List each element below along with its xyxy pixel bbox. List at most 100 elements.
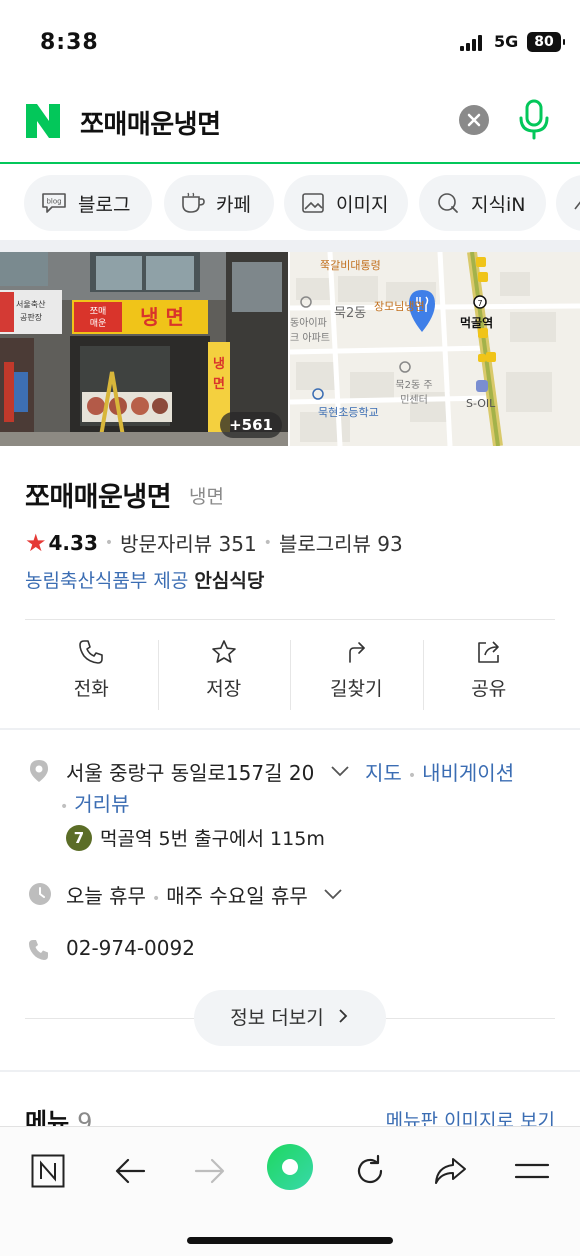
place-photo[interactable]: 서울축산 공판장 쪼매 매운 냉 면 냉 면 +561 (0, 252, 288, 446)
hamburger-menu-icon (514, 1163, 550, 1179)
separator-dot: • (263, 534, 272, 551)
share-page-button[interactable] (428, 1149, 472, 1193)
phone-number[interactable]: 02-974-0092 (66, 936, 195, 960)
address-text[interactable]: 서울 중랑구 동일로157길 20 (66, 761, 314, 785)
tab-knowledge-in[interactable]: 지식iN (419, 175, 546, 231)
save-button[interactable]: 저장 (157, 638, 291, 710)
cup-icon (182, 192, 205, 213)
directions-label: 길찾기 (330, 678, 383, 700)
close-icon (467, 113, 481, 127)
arrow-right-icon (194, 1158, 225, 1184)
menu-button[interactable] (510, 1149, 554, 1193)
more-info-button[interactable]: 정보 더보기 (194, 990, 386, 1046)
tab-image[interactable]: 이미지 (284, 175, 408, 231)
cert-name: 안심식당 (194, 570, 265, 592)
chevron-down-icon[interactable] (322, 887, 344, 901)
separator-dot: • (60, 799, 69, 815)
home-indicator (187, 1237, 393, 1244)
metro-line-badge: 7 (66, 824, 92, 851)
svg-text:쪼매: 쪼매 (90, 306, 107, 317)
more-info-label: 정보 더보기 (230, 1007, 324, 1029)
svg-text:blog: blog (46, 198, 61, 206)
phone-icon (79, 640, 104, 664)
map-label: S-OIL (466, 397, 496, 410)
svg-text:서울축산: 서울축산 (16, 299, 46, 309)
location-map[interactable]: 7 쭉갈비대통령 묵2동 장모님냉면 동아이파크 아파트 먹골역 묵2동 주민센… (290, 252, 580, 446)
tab-blog[interactable]: blog 블로그 (24, 175, 152, 231)
place-name: 쪼매매운냉면 (25, 482, 172, 513)
phone-icon (29, 940, 48, 960)
forward-button[interactable] (188, 1149, 232, 1193)
image-icon (302, 193, 324, 213)
navigation-link[interactable]: 내비게이션 (422, 761, 514, 785)
street-view-link[interactable]: 거리뷰 (74, 792, 129, 816)
mic-icon[interactable] (516, 98, 552, 142)
status-bar: 8:38 5G 80 (0, 0, 580, 86)
separator-dot: • (407, 768, 417, 784)
save-label: 저장 (206, 678, 242, 700)
refresh-icon (357, 1154, 383, 1184)
green-dot-button[interactable] (266, 1143, 314, 1191)
naver-logo-icon[interactable] (24, 102, 62, 140)
chevron-right-icon (339, 1009, 348, 1023)
hours-status: 오늘 휴무 (66, 884, 146, 908)
naver-home-button[interactable] (26, 1149, 70, 1193)
svg-text:면: 면 (213, 376, 225, 392)
metro-text: 먹골역 5번 출구에서 115m (100, 828, 325, 850)
section-gap (0, 728, 580, 730)
share-button[interactable]: 공유 (422, 638, 556, 710)
green-dot-icon (267, 1144, 313, 1190)
svg-text:매운: 매운 (90, 318, 107, 329)
refresh-button[interactable] (348, 1149, 392, 1193)
directions-button[interactable]: 길찾기 (290, 638, 423, 710)
back-button[interactable] (108, 1149, 152, 1193)
call-button[interactable]: 전화 (25, 638, 158, 710)
arrow-left-icon (115, 1158, 146, 1184)
location-pin-icon (30, 760, 48, 782)
rating-score: 4.33 (48, 530, 98, 555)
share-icon (477, 641, 499, 663)
naver-n-icon (31, 1154, 65, 1188)
search-bar: 쪼매매운냉면 (0, 86, 580, 164)
tab-knowledge-in-label: 지식iN (471, 193, 526, 216)
map-label: 쭉갈비대통령 (320, 259, 381, 272)
map-label: 묵현초등학교 (318, 406, 379, 419)
share-arrow-icon (435, 1158, 466, 1184)
divider (25, 619, 555, 620)
star-rating-icon: ★ (25, 528, 47, 557)
map-label: 동아이파크 아파트 (290, 318, 330, 344)
svg-text:7: 7 (477, 299, 482, 308)
clock-icon (29, 883, 51, 905)
status-time: 8:38 (40, 30, 99, 55)
metro-info: 7 먹골역 5번 출구에서 115m (66, 824, 325, 851)
clear-search-button[interactable] (459, 105, 489, 135)
tab-blog-label: 블로그 (78, 193, 131, 216)
hours-detail: 매주 수요일 휴무 (166, 884, 308, 908)
svg-text:냉 면: 냉 면 (140, 305, 184, 329)
tab-image-label: 이미지 (336, 193, 389, 216)
map-label: 묵2동 주민센터 (395, 380, 433, 406)
map-label-station: 먹골역 (460, 316, 494, 330)
section-gap (0, 240, 580, 252)
visitor-reviews-link[interactable]: 방문자리뷰 351 (120, 528, 257, 557)
tab-cafe[interactable]: 카페 (164, 175, 274, 231)
blog-icon: blog (42, 193, 66, 213)
street-view-row: • 거리뷰 (60, 788, 129, 817)
cert-source: 농림축산식품부 제공 (25, 570, 189, 592)
search-input[interactable]: 쪼매매운냉면 (80, 104, 221, 141)
share-label: 공유 (471, 678, 507, 700)
action-bar: 전화 저장 길찾기 공유 (25, 638, 555, 710)
battery-icon: 80 (527, 32, 565, 52)
knowledge-search-icon (438, 193, 458, 213)
tab-more[interactable] (556, 175, 580, 231)
partial-icon (574, 201, 580, 210)
directions-icon (349, 642, 366, 663)
tab-cafe-label: 카페 (216, 193, 251, 216)
place-category: 냉면 (189, 486, 224, 508)
svg-text:냉: 냉 (213, 357, 225, 372)
separator-dot: • (104, 534, 114, 551)
map-link[interactable]: 지도 (365, 761, 402, 785)
chevron-down-icon[interactable] (329, 764, 351, 778)
blog-reviews-link[interactable]: 블로그리뷰 93 (279, 528, 403, 557)
map-label: 묵2동 (334, 306, 367, 321)
